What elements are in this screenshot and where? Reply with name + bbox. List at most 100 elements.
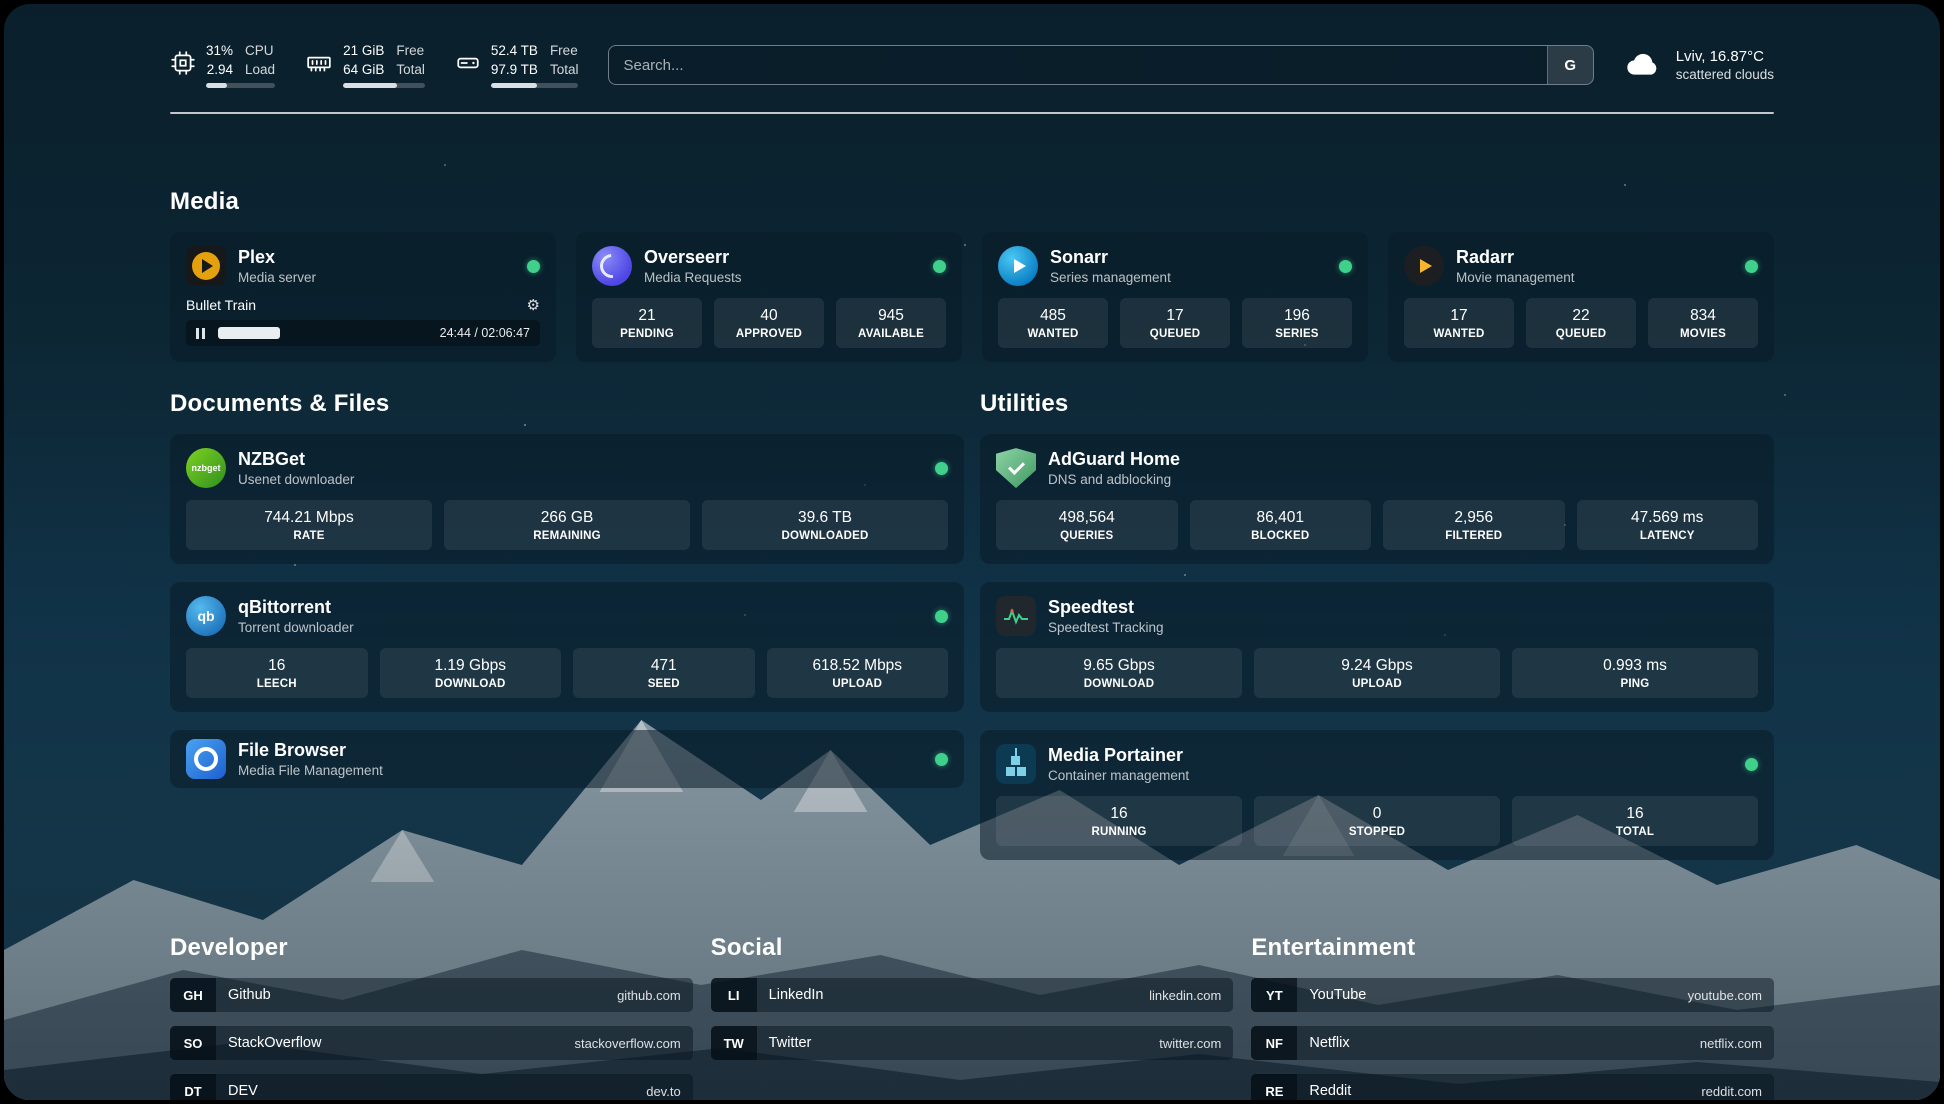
bookmark-stackoverflow[interactable]: SO StackOverflow stackoverflow.com xyxy=(170,1026,693,1060)
status-dot xyxy=(1339,260,1352,273)
bookmark-youtube[interactable]: YT YouTube youtube.com xyxy=(1251,978,1774,1012)
stat: 39.6 TB DOWNLOADED xyxy=(702,500,948,550)
stat: 498,564 QUERIES xyxy=(996,500,1178,550)
weather-widget[interactable]: Lviv, 16.87°C scattered clouds xyxy=(1624,48,1774,83)
service-card-sonarr[interactable]: Sonarr Series management 485 WANTED 17 Q… xyxy=(982,232,1368,362)
bookmark-name: Twitter xyxy=(769,1035,812,1051)
weather-location: Lviv, 16.87°C xyxy=(1676,48,1774,65)
status-dot xyxy=(527,260,540,273)
header-divider xyxy=(170,112,1774,114)
stat: 40 APPROVED xyxy=(714,298,824,348)
status-dot xyxy=(935,610,948,623)
ram-progress-bar xyxy=(343,83,425,88)
stat: 17 QUEUED xyxy=(1120,298,1230,348)
cpu-label: CPU xyxy=(245,42,275,60)
status-dot xyxy=(935,462,948,475)
stat: 86,401 BLOCKED xyxy=(1190,500,1372,550)
playback-progress-fill xyxy=(218,327,280,339)
cpu-percent: 31% xyxy=(206,42,233,60)
service-subtitle: Media File Management xyxy=(238,763,383,778)
stat: 744.21 Mbps RATE xyxy=(186,500,432,550)
bookmark-domain: dev.to xyxy=(646,1084,680,1099)
cpu-monitor: 31% CPU 2.94 Load xyxy=(170,42,275,88)
section-title-utilities: Utilities xyxy=(980,390,1774,418)
service-subtitle: Series management xyxy=(1050,270,1171,285)
stat: 16 LEECH xyxy=(186,648,368,698)
stat-label: TOTAL xyxy=(1516,826,1754,838)
gear-icon[interactable]: ⚙ xyxy=(527,296,540,314)
disk-total-label: Total xyxy=(550,61,579,79)
bookmark-name: Github xyxy=(228,987,271,1003)
stat-value: 471 xyxy=(577,657,751,675)
search-input[interactable] xyxy=(609,46,1546,84)
service-card-filebrowser[interactable]: File Browser Media File Management xyxy=(170,730,964,788)
service-card-overseerr[interactable]: Overseerr Media Requests 21 PENDING 40 A… xyxy=(576,232,962,362)
bookmark-github[interactable]: GH Github github.com xyxy=(170,978,693,1012)
bookmark-domain: reddit.com xyxy=(1701,1084,1762,1099)
filebrowser-icon xyxy=(186,739,226,779)
stat-value: 21 xyxy=(596,307,698,325)
stat-value: 266 GB xyxy=(448,509,686,527)
service-subtitle: Media Requests xyxy=(644,270,742,285)
stat-label: LEECH xyxy=(190,678,364,690)
stat-value: 485 xyxy=(1002,307,1104,325)
service-card-radarr[interactable]: Radarr Movie management 17 WANTED 22 QUE… xyxy=(1388,232,1774,362)
search-provider-button[interactable]: G xyxy=(1547,46,1593,84)
stat-value: 16 xyxy=(1516,805,1754,823)
stat-label: BLOCKED xyxy=(1194,530,1368,542)
stat-label: RATE xyxy=(190,530,428,542)
adguard-icon xyxy=(996,448,1036,488)
ram-free: 21 GiB xyxy=(343,42,384,60)
service-subtitle: Container management xyxy=(1048,768,1189,783)
search-bar: G xyxy=(608,45,1593,85)
status-dot xyxy=(1745,758,1758,771)
pause-icon[interactable] xyxy=(196,328,205,339)
service-card-speedtest[interactable]: Speedtest Speedtest Tracking 9.65 Gbps D… xyxy=(980,582,1774,712)
bookmark-name: Netflix xyxy=(1309,1035,1349,1051)
bookmark-twitter[interactable]: TW Twitter twitter.com xyxy=(711,1026,1234,1060)
nzbget-icon: nzbget xyxy=(186,448,226,488)
stat-value: 16 xyxy=(190,657,364,675)
qbittorrent-icon: qb xyxy=(186,596,226,636)
stat-value: 0.993 ms xyxy=(1516,657,1754,675)
service-card-plex[interactable]: Plex Media server Bullet Train ⚙ xyxy=(170,232,556,362)
bookmark-reddit[interactable]: RE Reddit reddit.com xyxy=(1251,1074,1774,1100)
stat-label: SEED xyxy=(577,678,751,690)
stat-value: 16 xyxy=(1000,805,1238,823)
bookmark-domain: netflix.com xyxy=(1700,1036,1762,1051)
section-title-media: Media xyxy=(170,188,1774,216)
bookmark-netflix[interactable]: NF Netflix netflix.com xyxy=(1251,1026,1774,1060)
service-card-nzbget[interactable]: nzbget NZBGet Usenet downloader 744.21 M… xyxy=(170,434,964,564)
stat-label: DOWNLOAD xyxy=(1000,678,1238,690)
bookmark-name: YouTube xyxy=(1309,987,1366,1003)
ram-total: 64 GiB xyxy=(343,61,384,79)
service-card-portainer[interactable]: Media Portainer Container management 16 … xyxy=(980,730,1774,860)
stat: 2,956 FILTERED xyxy=(1383,500,1565,550)
playback-progress-bar[interactable]: 24:44 / 02:06:47 xyxy=(186,320,540,346)
service-title: AdGuard Home xyxy=(1048,449,1180,471)
bookmark-dev[interactable]: DT DEV dev.to xyxy=(170,1074,693,1100)
sonarr-icon xyxy=(998,246,1038,286)
stat-value: 618.52 Mbps xyxy=(771,657,945,675)
bookmark-name: StackOverflow xyxy=(228,1035,321,1051)
bookmark-domain: youtube.com xyxy=(1688,988,1762,1003)
stat-label: DOWNLOADED xyxy=(706,530,944,542)
plex-icon xyxy=(186,246,226,286)
stat-value: 40 xyxy=(718,307,820,325)
service-card-qbittorrent[interactable]: qb qBittorrent Torrent downloader 16 LEE… xyxy=(170,582,964,712)
disk-free-label: Free xyxy=(550,42,579,60)
bookmark-linkedin[interactable]: LI LinkedIn linkedin.com xyxy=(711,978,1234,1012)
disk-icon xyxy=(455,50,481,81)
service-title: NZBGet xyxy=(238,449,354,471)
service-card-adguard[interactable]: AdGuard Home DNS and adblocking 498,564 … xyxy=(980,434,1774,564)
stat-label: FILTERED xyxy=(1387,530,1561,542)
stat-label: RUNNING xyxy=(1000,826,1238,838)
stat-label: LATENCY xyxy=(1581,530,1755,542)
cpu-progress-bar xyxy=(206,83,275,88)
bookmark-domain: twitter.com xyxy=(1159,1036,1221,1051)
stat: 21 PENDING xyxy=(592,298,702,348)
stat: 47.569 ms LATENCY xyxy=(1577,500,1759,550)
stat: 618.52 Mbps UPLOAD xyxy=(767,648,949,698)
bookmark-abbr: LI xyxy=(711,978,757,1012)
stat: 9.65 Gbps DOWNLOAD xyxy=(996,648,1242,698)
